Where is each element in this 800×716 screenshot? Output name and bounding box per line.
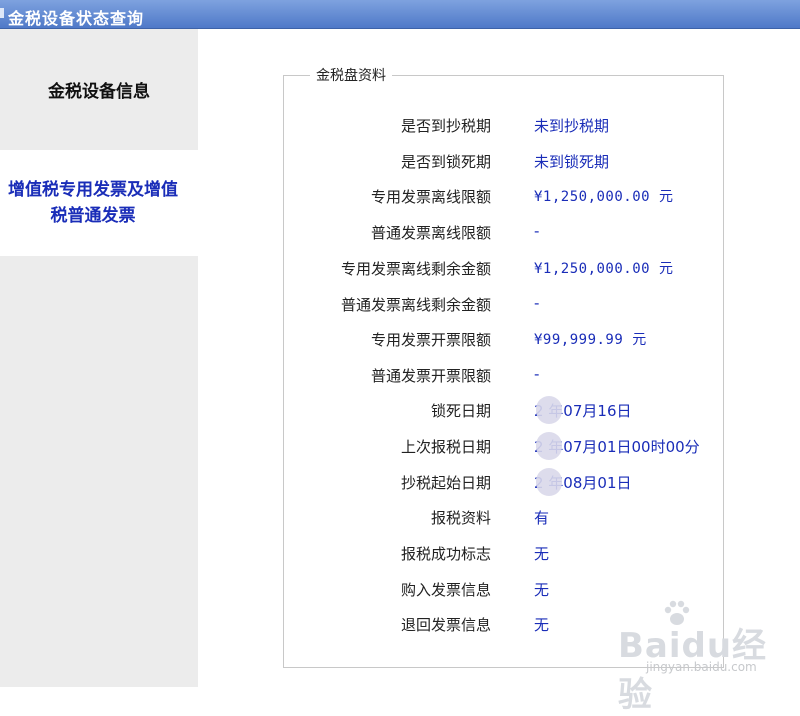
row-special-offline-remaining: 专用发票离线剩余金额 ¥1,250,000.00 元: [284, 256, 725, 280]
row-normal-offline-remaining: 普通发票离线剩余金额 -: [284, 292, 725, 316]
title-marker-icon: [0, 8, 4, 18]
row-label: 普通发票开票限额: [370, 367, 491, 385]
main-content: 金税盘资料 是否到抄税期 未到抄税期 是否到锁死期 未到锁死期 专用发票离线限额…: [198, 39, 800, 687]
redaction-blur: [536, 468, 562, 496]
row-special-issue-limit: 专用发票开票限额 ¥99,999.99 元: [284, 327, 725, 351]
row-label: 购入发票信息: [400, 581, 491, 599]
row-lock-period: 是否到锁死期 未到锁死期: [284, 149, 725, 173]
sidebar-item-tax-device-info[interactable]: 金税设备信息: [0, 39, 198, 139]
row-copy-tax-period: 是否到抄税期 未到抄税期: [284, 113, 725, 137]
row-special-offline-limit: 专用发票离线限额 ¥1,250,000.00 元: [284, 184, 725, 208]
row-value: ¥1,250,000.00 元: [534, 189, 674, 205]
row-last-report-date: 上次报税日期 2 年07月01日00时00分: [284, 432, 725, 460]
row-value: 未到锁死期: [534, 153, 610, 171]
row-normal-issue-limit: 普通发票开票限额 -: [284, 363, 725, 387]
row-label: 普通发票离线限额: [370, 224, 491, 242]
row-copy-start-date: 抄税起始日期 2 年08月01日: [284, 468, 725, 496]
row-value: ¥99,999.99 元: [534, 332, 647, 348]
watermark-site: jingyan.baidu.com: [646, 660, 757, 674]
row-report-success-flag: 报税成功标志 无: [284, 541, 725, 565]
row-lock-date: 锁死日期 2 年07月16日: [284, 396, 725, 424]
row-value: 无: [534, 616, 550, 634]
row-label: 是否到锁死期: [400, 153, 491, 171]
row-label: 专用发票离线剩余金额: [340, 260, 491, 278]
row-label: 退回发票信息: [400, 616, 491, 634]
redaction-blur: [536, 432, 562, 460]
row-value: -: [534, 222, 540, 240]
tax-disk-info-group: 金税盘资料 是否到抄税期 未到抄税期 是否到锁死期 未到锁死期 专用发票离线限额…: [283, 65, 724, 668]
row-label: 抄税起始日期: [400, 474, 491, 492]
row-value: ¥1,250,000.00 元: [534, 261, 674, 277]
redaction-blur: [536, 396, 562, 424]
row-label: 上次报税日期: [400, 438, 491, 456]
row-label: 报税资料: [430, 509, 491, 527]
row-value: 未到抄税期: [534, 117, 610, 135]
sidebar-item-vat-invoices[interactable]: 增值税专用发票及增值税普通发票: [0, 150, 198, 256]
row-purchased-invoice-info: 购入发票信息 无: [284, 577, 725, 601]
row-label: 报税成功标志: [400, 545, 491, 563]
row-value: -: [534, 294, 540, 312]
row-value: 无: [534, 581, 550, 599]
row-value: 无: [534, 545, 550, 563]
group-legend: 金税盘资料: [316, 68, 386, 84]
row-label: 专用发票离线限额: [370, 188, 491, 206]
sidebar-item-label: 金税设备信息: [48, 81, 150, 102]
baidu-jingyan-watermark: Baidu经验 jingyan.baidu.com: [610, 600, 790, 715]
sidebar-item-label: 增值税专用发票及增值税普通发票: [8, 180, 178, 226]
row-value: -: [534, 365, 540, 383]
row-value: 有: [534, 509, 550, 527]
row-label: 锁死日期: [430, 402, 491, 420]
row-label: 是否到抄税期: [400, 117, 491, 135]
row-label: 普通发票离线剩余金额: [340, 296, 491, 314]
sidebar: 金税设备信息 增值税专用发票及增值税普通发票: [0, 29, 198, 687]
row-report-data: 报税资料 有: [284, 505, 725, 529]
window-title: 金税设备状态查询: [8, 9, 145, 28]
title-bar: 金税设备状态查询: [0, 0, 800, 29]
row-label: 专用发票开票限额: [370, 331, 491, 349]
row-normal-offline-limit: 普通发票离线限额 -: [284, 220, 725, 244]
